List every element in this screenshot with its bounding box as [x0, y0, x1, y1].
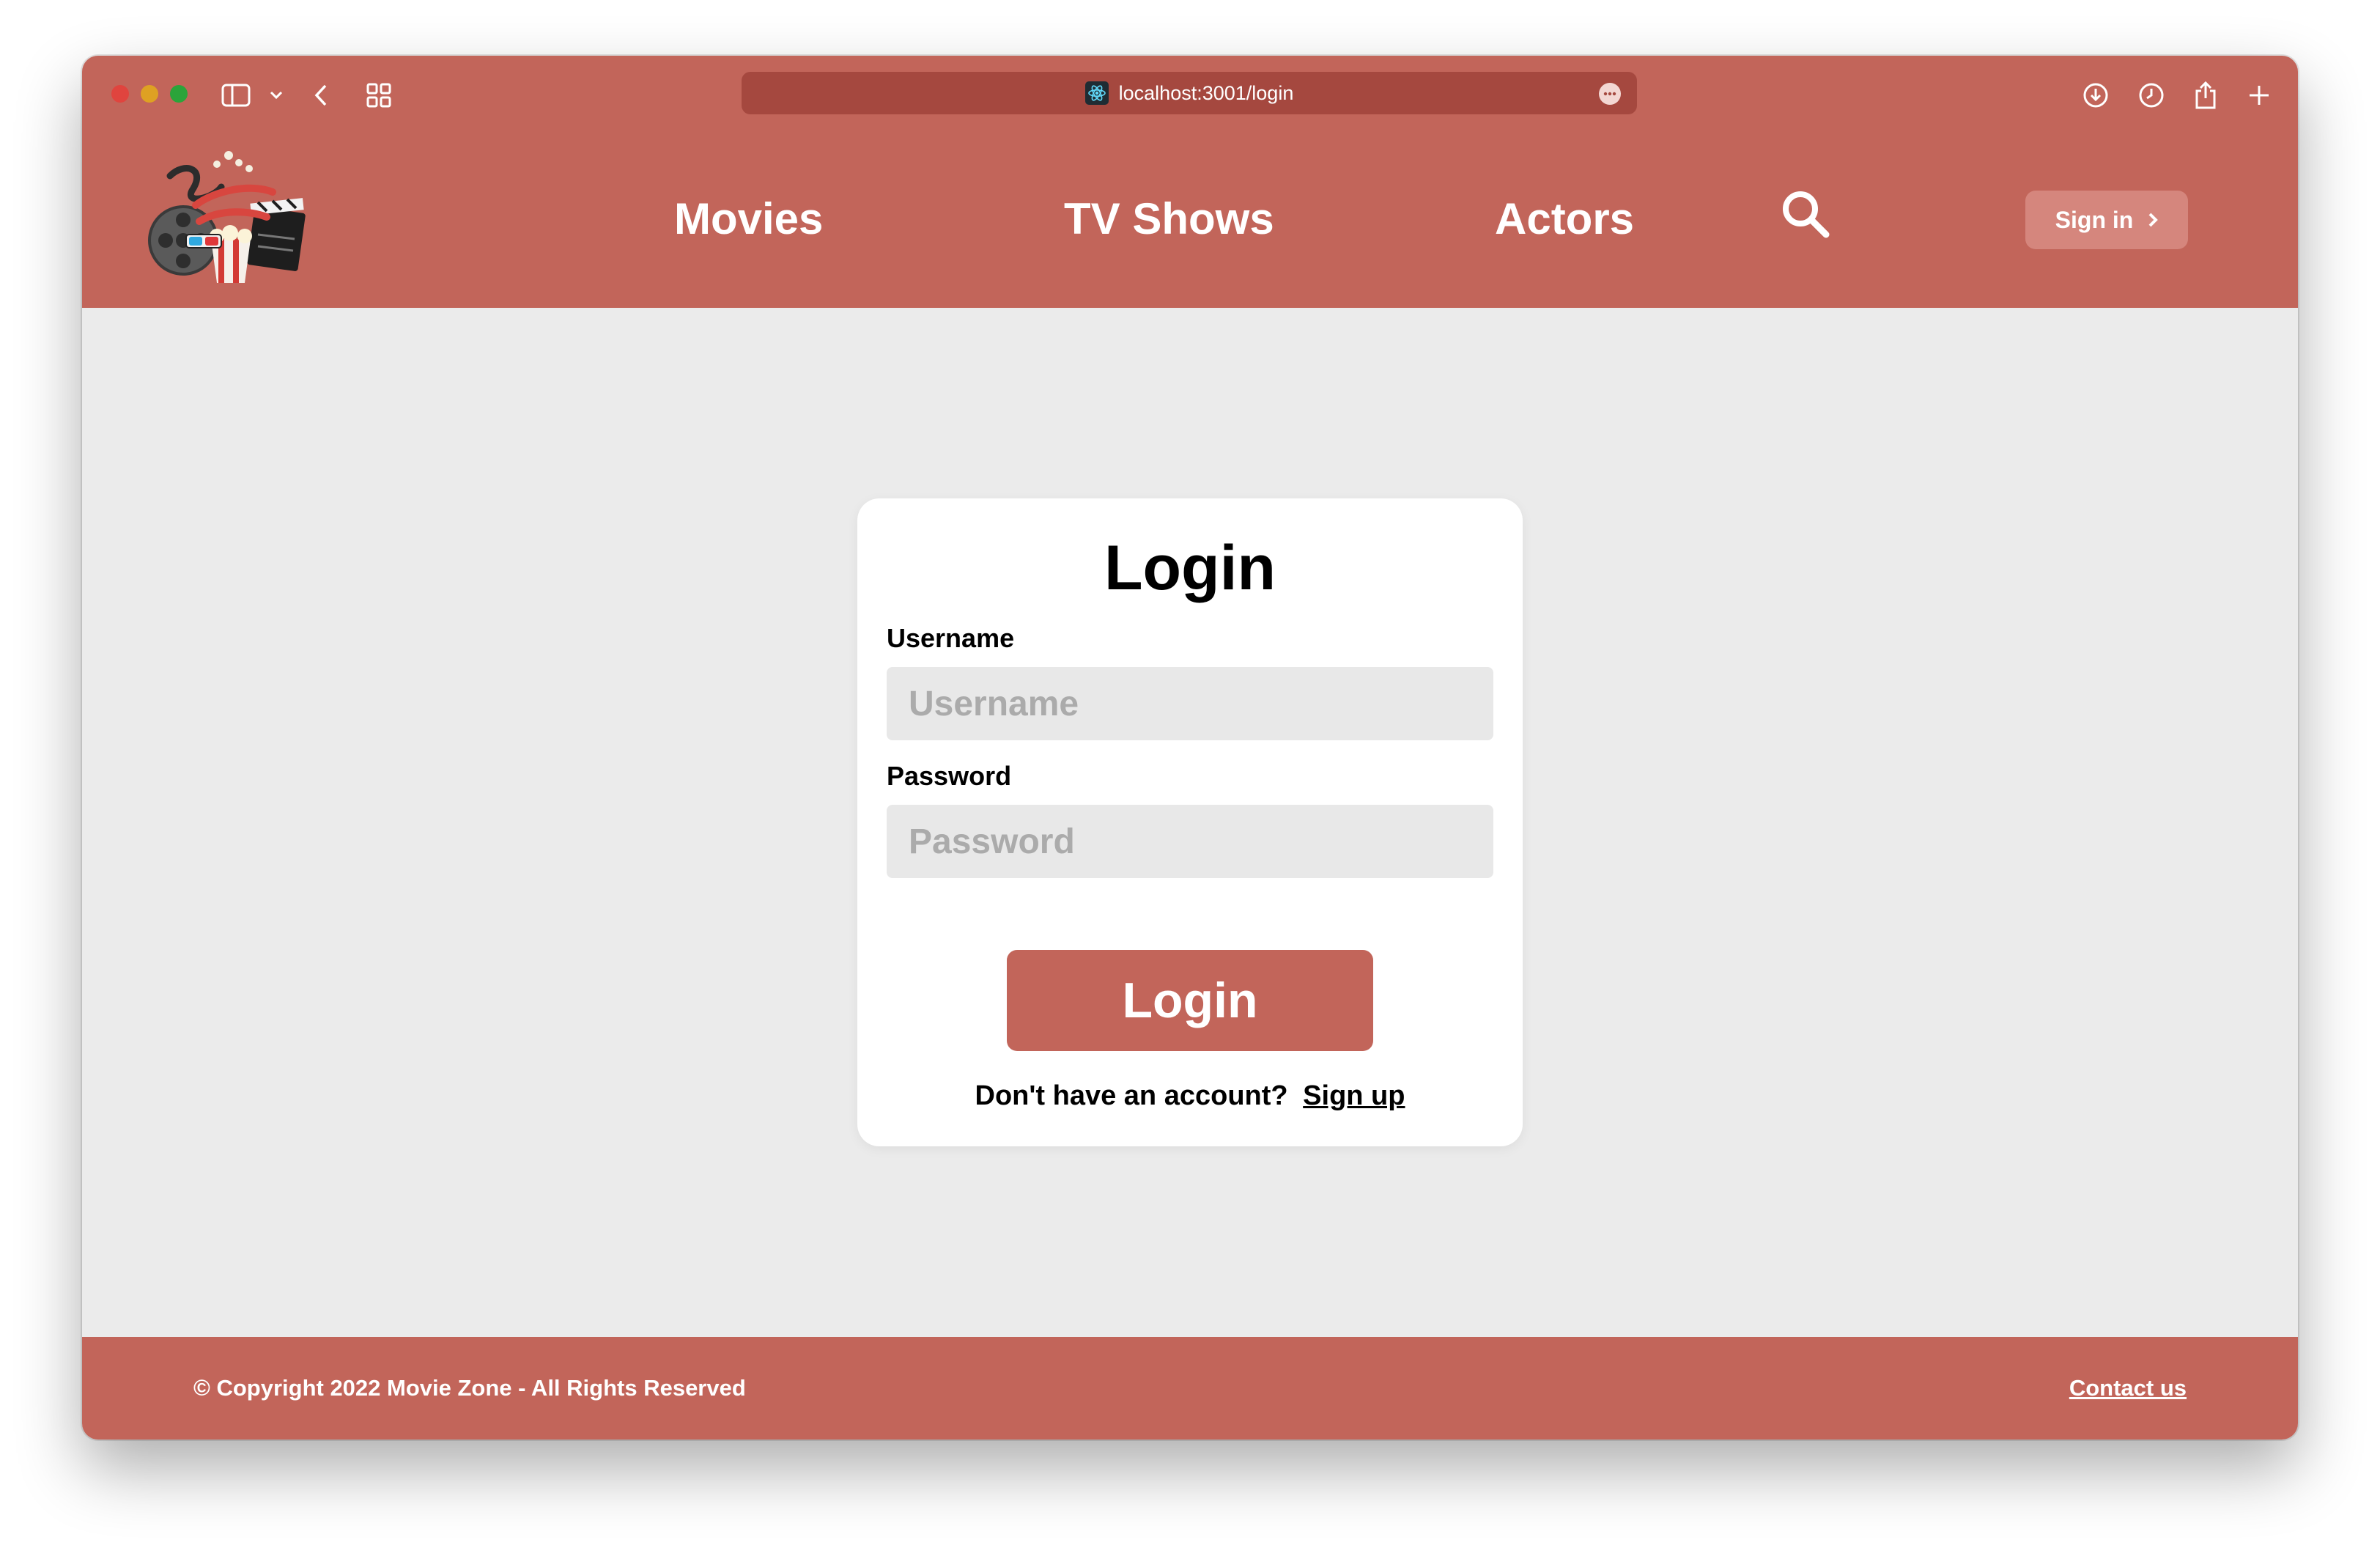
chevron-right-icon: [2148, 212, 2159, 228]
close-window-button[interactable]: [111, 85, 129, 103]
minimize-window-button[interactable]: [141, 85, 158, 103]
back-icon[interactable]: [314, 81, 328, 110]
password-label: Password: [887, 761, 1012, 791]
signup-link[interactable]: Sign up: [1303, 1080, 1405, 1111]
browser-window: localhost:3001/login Movies TV Shows Act…: [82, 56, 2298, 1440]
more-options-icon[interactable]: [1599, 83, 1621, 105]
site-navbar: Movies TV Shows Actors Sign in: [82, 132, 2298, 308]
download-icon[interactable]: [2082, 81, 2109, 110]
contact-us-link[interactable]: Contact us: [2069, 1375, 2187, 1401]
nav-link-actors[interactable]: Actors: [1495, 194, 1634, 244]
copyright-text: © Copyright 2022 Movie Zone - All Rights…: [193, 1375, 746, 1401]
react-icon: [1084, 81, 1109, 105]
sign-in-button[interactable]: Sign in: [2025, 191, 2188, 249]
address-bar[interactable]: localhost:3001/login: [742, 72, 1637, 114]
share-icon[interactable]: [2194, 81, 2217, 110]
signup-prompt-text: Don't have an account?: [975, 1080, 1288, 1111]
login-button[interactable]: Login: [1007, 950, 1373, 1051]
signup-prompt: Don't have an account? Sign up: [857, 1080, 1523, 1112]
tab-overview-icon[interactable]: [366, 81, 391, 110]
main-content: Login Username Password Login Don't have…: [82, 308, 2298, 1337]
zoom-window-button[interactable]: [170, 85, 188, 103]
browser-titlebar: localhost:3001/login: [82, 56, 2298, 132]
nav-link-tv-shows[interactable]: TV Shows: [1064, 194, 1274, 244]
new-tab-icon[interactable]: [2248, 81, 2270, 110]
search-icon[interactable]: [1781, 189, 1830, 243]
site-footer: © Copyright 2022 Movie Zone - All Rights…: [82, 1337, 2298, 1440]
sidebar-icon[interactable]: [221, 81, 251, 110]
sign-in-label: Sign in: [2055, 206, 2134, 233]
history-icon[interactable]: [2138, 81, 2165, 110]
login-title: Login: [1104, 533, 1276, 603]
username-input[interactable]: [887, 667, 1493, 740]
login-card: Login Username Password Login Don't have…: [857, 498, 1523, 1146]
chevron-down-icon[interactable]: [270, 81, 283, 110]
url-text: localhost:3001/login: [1118, 81, 1294, 104]
nav-link-movies[interactable]: Movies: [674, 194, 823, 244]
username-label: Username: [887, 623, 1015, 653]
movie-zone-logo[interactable]: [141, 147, 317, 286]
password-input[interactable]: [887, 805, 1493, 878]
